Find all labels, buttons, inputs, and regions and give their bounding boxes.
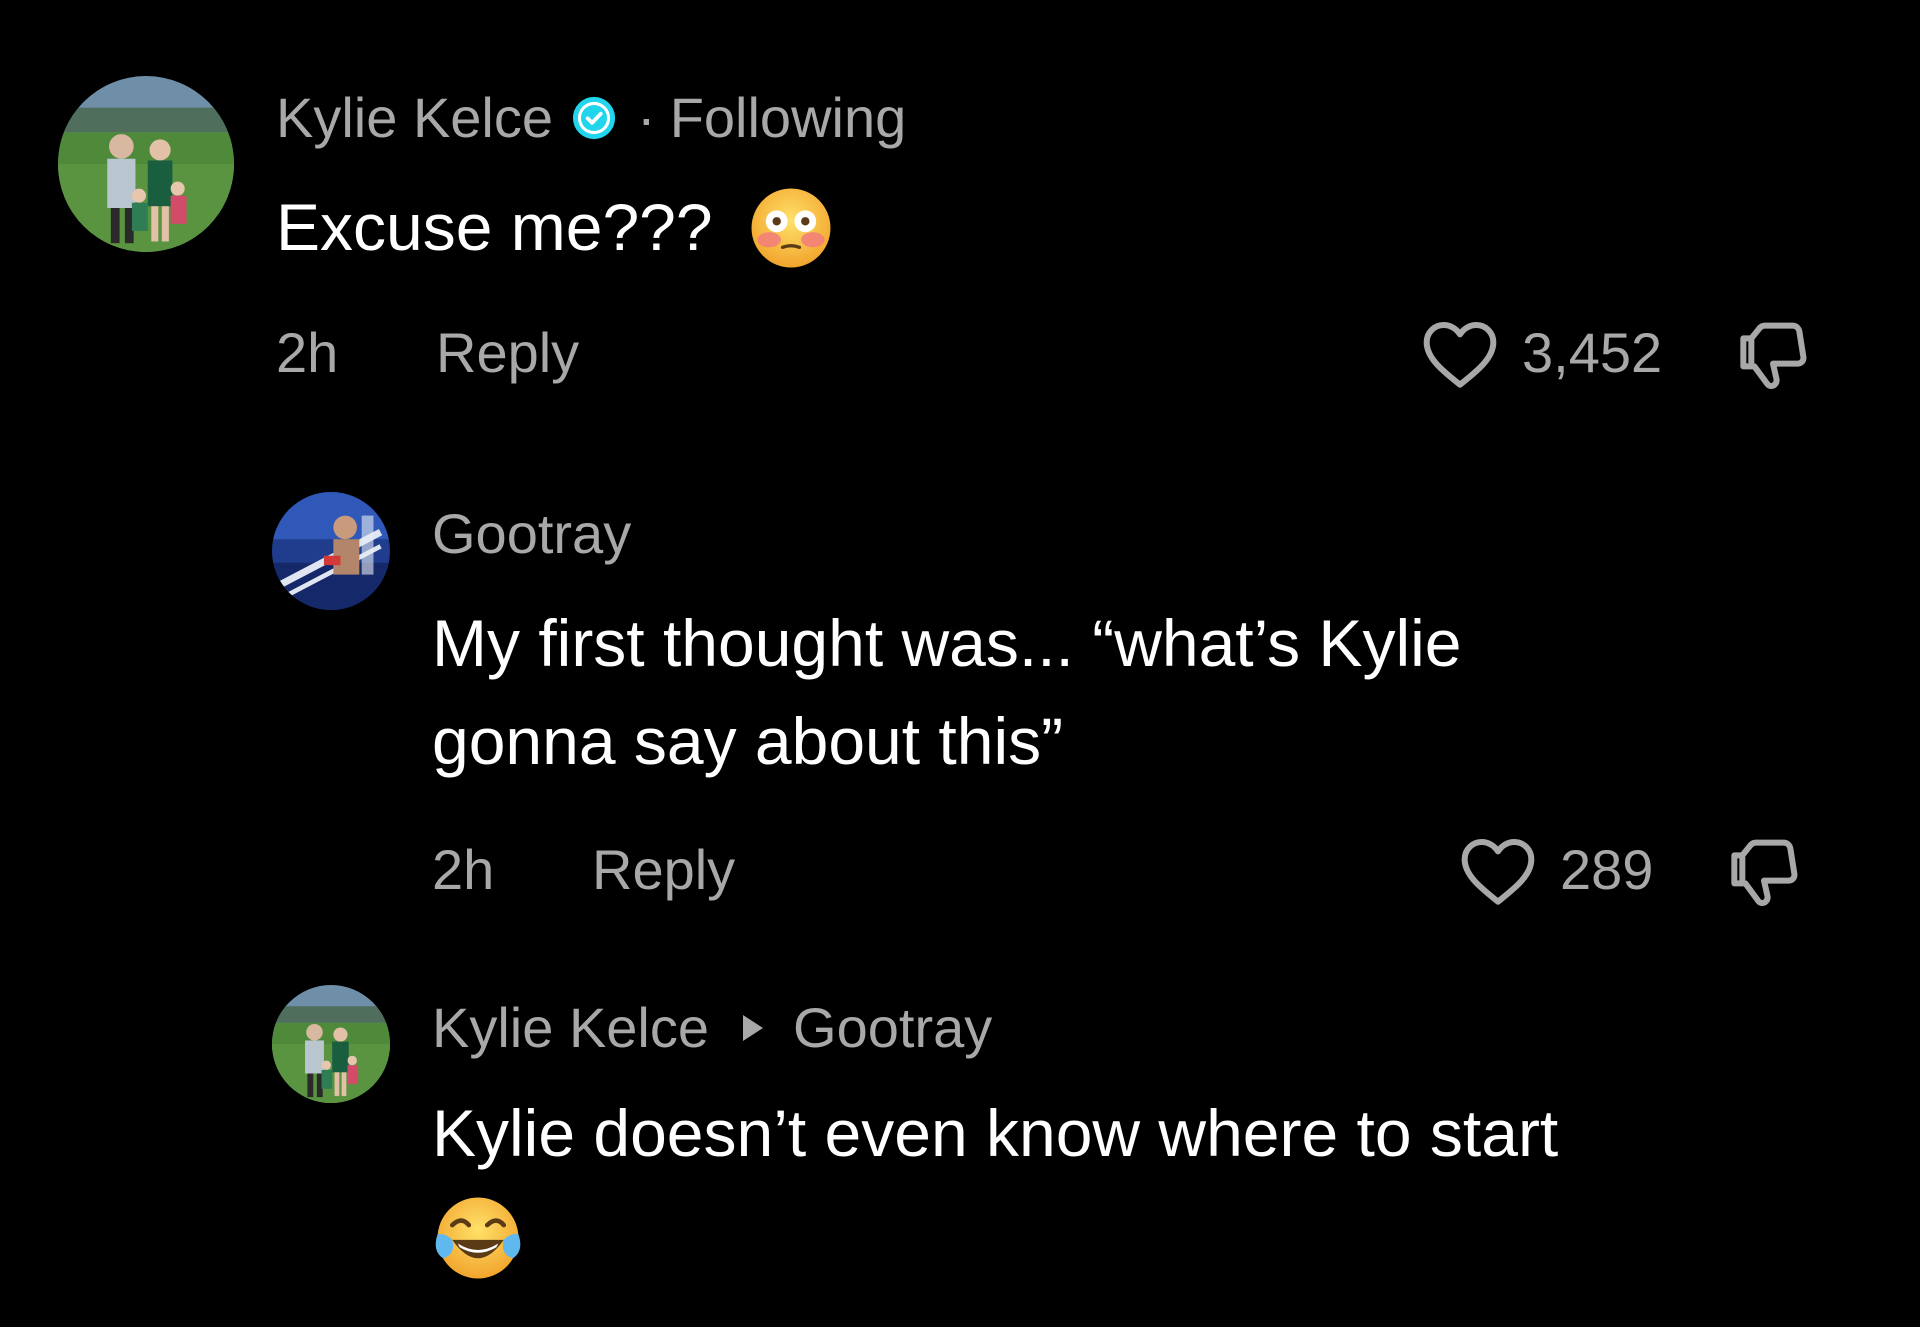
- reply-to-username[interactable]: Gootray: [793, 1000, 992, 1056]
- comment-text: My first thought was... “what’s Kylie go…: [432, 594, 1461, 790]
- avatar[interactable]: [272, 492, 390, 610]
- dislike-icon[interactable]: [1734, 313, 1814, 393]
- dislike-icon[interactable]: [1725, 830, 1805, 910]
- emoji-line: [432, 1182, 1558, 1280]
- comment-text: Excuse me???: [276, 178, 833, 276]
- heart-icon[interactable]: [1420, 316, 1500, 390]
- avatar[interactable]: [58, 76, 234, 252]
- separator-dot: ·: [637, 86, 656, 149]
- timestamp: 2h: [432, 838, 495, 901]
- comment-meta: 2h Reply: [276, 325, 976, 381]
- comment-text-content: Excuse me???: [276, 190, 713, 264]
- reply-button[interactable]: Reply: [436, 325, 579, 381]
- comment-text: Kylie doesn’t even know where to start: [432, 1084, 1558, 1280]
- comment-item: Gootray My first thought was... “what’s …: [0, 420, 1920, 940]
- reply-arrow-icon: [743, 1015, 764, 1041]
- comment-item: Kylie Kelce Gootray Kylie doesn’t even k…: [0, 940, 1920, 1327]
- timestamp: 2h: [276, 321, 339, 384]
- heart-icon[interactable]: [1458, 833, 1538, 907]
- comment-text-content: Kylie doesn’t even know where to start: [432, 1096, 1559, 1170]
- like-count: 289: [1560, 838, 1654, 901]
- username[interactable]: Kylie Kelce: [276, 90, 553, 146]
- comment-actions: 289: [1458, 830, 1805, 910]
- flushed-face-icon: [749, 186, 833, 270]
- comment-header: Gootray: [432, 506, 631, 562]
- tears-of-joy-icon: [432, 1192, 524, 1284]
- comment-text-line: gonna say about this”: [432, 704, 1064, 778]
- verified-badge-icon: [571, 95, 617, 141]
- comment-header: Kylie Kelce · Following: [276, 90, 906, 146]
- comment-item: Kylie Kelce · Following Excuse me??? 2h …: [0, 0, 1920, 420]
- following-label: Following: [669, 86, 907, 149]
- comment-meta: 2h Reply: [432, 842, 1132, 898]
- comment-text-line: My first thought was... “what’s Kylie: [432, 606, 1462, 680]
- like-count: 3,452: [1522, 321, 1663, 384]
- comment-actions: 3,452: [1420, 313, 1814, 393]
- username[interactable]: Gootray: [432, 506, 631, 562]
- comment-header: Kylie Kelce Gootray: [432, 1000, 992, 1056]
- username[interactable]: Kylie Kelce: [432, 1000, 709, 1056]
- avatar[interactable]: [272, 985, 390, 1103]
- reply-button[interactable]: Reply: [592, 842, 735, 898]
